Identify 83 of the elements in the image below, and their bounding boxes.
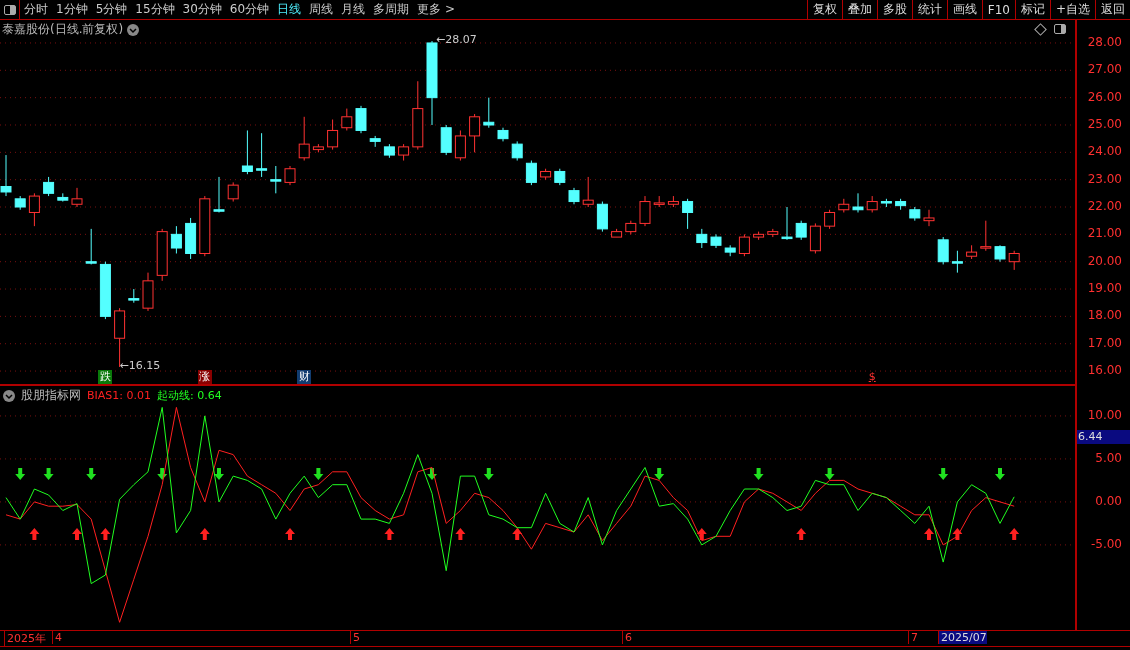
candlestick	[213, 176, 225, 213]
price-axis-label: 16.00	[1087, 363, 1122, 378]
candlestick	[241, 129, 253, 175]
candlestick	[227, 181, 239, 203]
price-axis-label: 19.00	[1087, 281, 1122, 296]
price-axis-label: 23.00	[1087, 171, 1122, 186]
date-axis-label: 2025年	[4, 631, 46, 646]
candlestick	[327, 119, 339, 151]
high-price-label: ←28.07	[436, 33, 477, 47]
indicator-axis-label: 0.00	[1095, 493, 1122, 508]
candlestick	[454, 129, 466, 162]
candlestick	[1008, 250, 1020, 271]
chart-title: 泰嘉股份(日线.前复权)	[2, 21, 124, 38]
indicator-value: BIAS1: 0.01	[87, 389, 151, 402]
price-axis-label: 22.00	[1087, 199, 1122, 213]
candlestick	[639, 195, 651, 227]
current-value-badge: 6.44	[1077, 430, 1130, 444]
candlestick	[937, 236, 949, 265]
candlestick	[284, 165, 296, 186]
date-axis-label: 2025/07	[938, 631, 987, 644]
price-axis-label: 26.00	[1087, 89, 1122, 104]
candlestick	[795, 220, 807, 241]
event-marker[interactable]: 涨	[197, 370, 212, 384]
low-price-label: ←16.15	[119, 358, 161, 372]
candlestick	[582, 176, 594, 208]
date-axis-label: 4	[52, 631, 62, 644]
price-axis-label: 27.00	[1087, 62, 1122, 77]
candlestick	[71, 187, 83, 208]
period-tab[interactable]: 30分钟	[178, 1, 226, 18]
indicator-axis-label: 5.00	[1095, 450, 1122, 465]
candlestick	[951, 250, 963, 274]
period-tab[interactable]: 5分钟	[91, 1, 132, 18]
candlestick	[469, 113, 481, 153]
candlestick	[923, 209, 935, 227]
candlestick	[170, 225, 182, 254]
period-tab[interactable]: 月线	[337, 1, 370, 18]
candlestick	[980, 220, 992, 252]
candlestick	[852, 192, 864, 213]
candlestick	[28, 192, 40, 227]
candlestick	[0, 154, 12, 197]
candlestick	[85, 228, 97, 265]
panel-toggle-icon[interactable]	[1053, 23, 1067, 35]
indicator-axis-label: 10.00	[1087, 407, 1122, 422]
price-axis-label: 21.00	[1087, 226, 1122, 241]
indicator-name: 股朋指标网	[21, 387, 81, 404]
candlestick	[355, 105, 367, 134]
event-marker[interactable]: 财	[297, 370, 312, 384]
indicator-axis-label: -5.00	[1090, 536, 1122, 551]
candlestick	[824, 209, 836, 230]
price-axis-label: 25.00	[1087, 117, 1122, 131]
candlestick	[738, 233, 750, 257]
dropdown-icon[interactable]	[127, 23, 140, 36]
candlestick	[696, 228, 708, 249]
date-axis-label: 6	[622, 631, 632, 644]
candlestick	[43, 176, 55, 197]
period-tab[interactable]: 1分钟	[52, 1, 92, 18]
candlestick	[270, 165, 282, 194]
candlestick	[511, 140, 523, 162]
period-tab[interactable]: 15分钟	[131, 1, 179, 18]
date-axis-label: 7	[908, 631, 918, 644]
candlestick	[483, 97, 495, 129]
price-axis-label: 20.00	[1087, 253, 1122, 268]
price-axis-label: 18.00	[1087, 308, 1122, 323]
candlestick	[298, 116, 310, 162]
candlestick	[781, 206, 793, 241]
indicator-value: 起动线: 0.64	[157, 388, 222, 403]
price-axis-label: 17.00	[1087, 335, 1122, 350]
candlestick	[682, 198, 694, 230]
date-axis-label: 5	[350, 631, 360, 644]
period-tab[interactable]: 周线	[305, 1, 338, 18]
price-axis-label: 24.00	[1087, 144, 1122, 159]
candlestick	[341, 108, 353, 131]
period-tab[interactable]: 60分钟	[225, 1, 274, 18]
dropdown-icon[interactable]	[3, 389, 15, 402]
period-tab[interactable]: 日线	[273, 1, 306, 18]
event-marker[interactable]: $	[865, 370, 880, 384]
candlestick	[256, 132, 268, 178]
period-tab[interactable]: 多周期	[369, 1, 414, 18]
period-tab[interactable]: 分时	[20, 1, 52, 18]
candlestick	[525, 160, 537, 186]
event-marker[interactable]: 跌	[98, 370, 113, 384]
period-tab[interactable]: 更多 >	[413, 1, 459, 18]
price-axis-label: 28.00	[1087, 34, 1122, 49]
